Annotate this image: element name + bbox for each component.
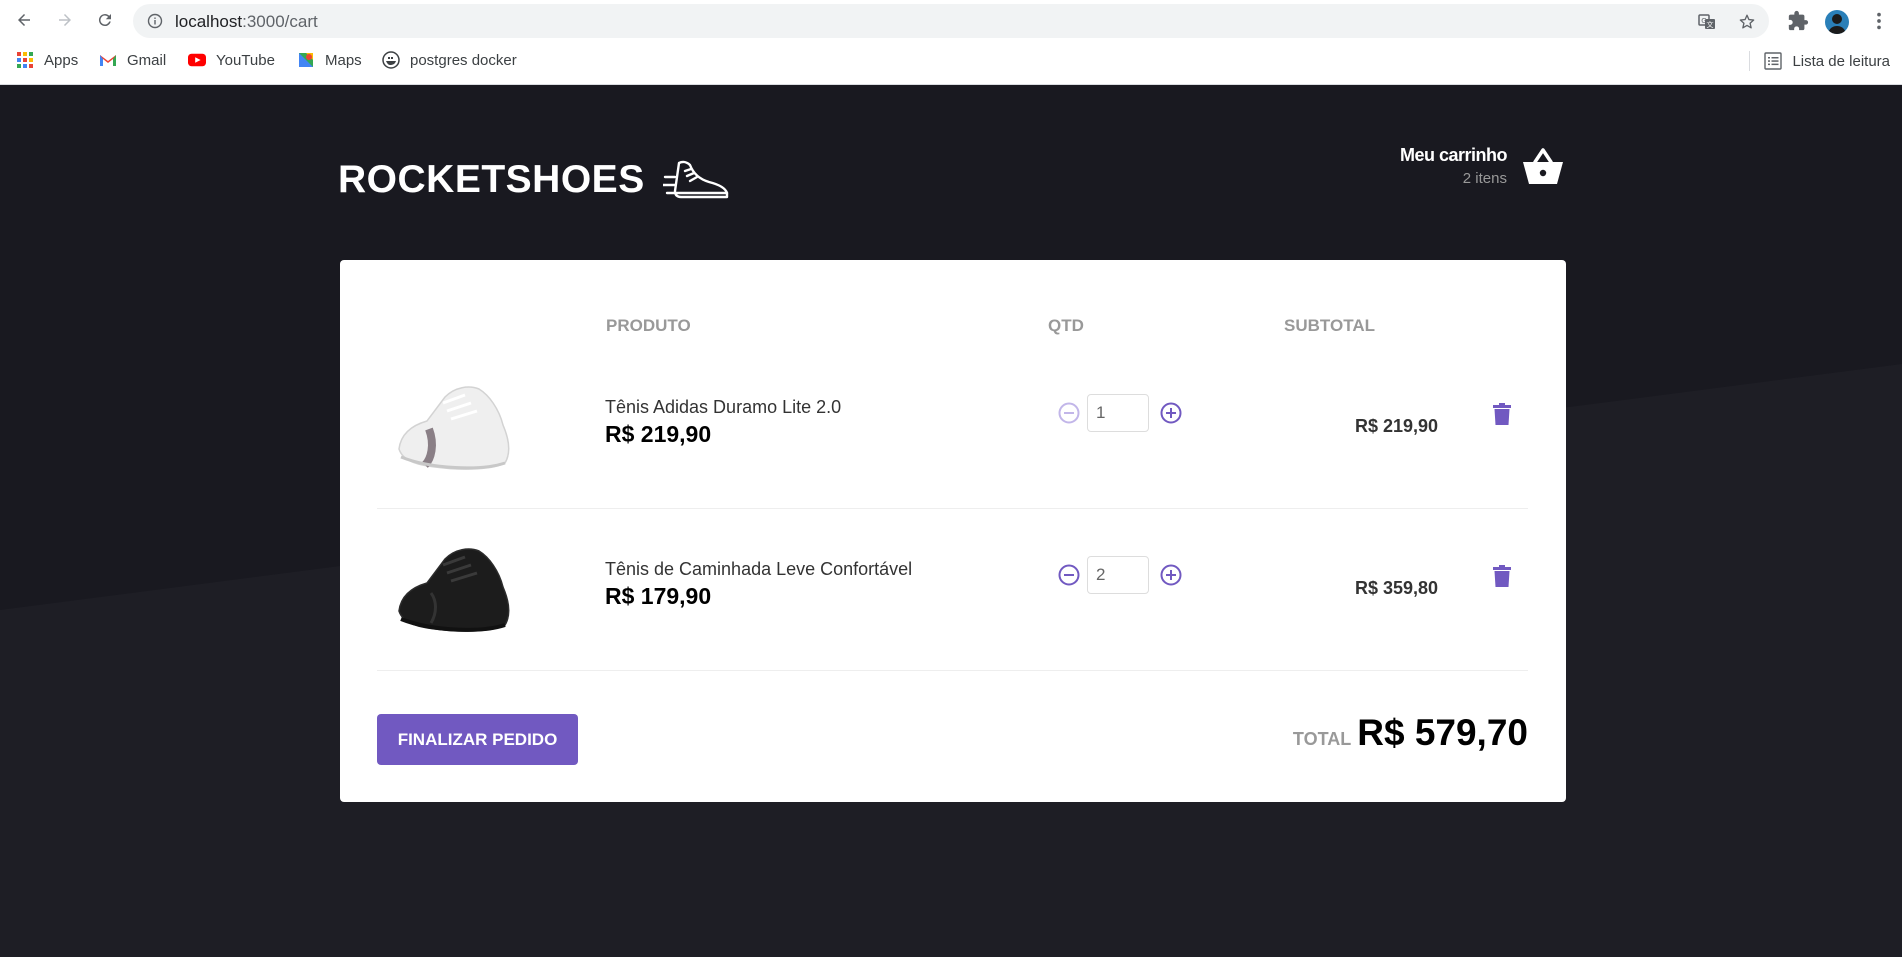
youtube-icon	[188, 53, 206, 67]
back-icon[interactable]	[14, 10, 34, 30]
decrement-button[interactable]	[1057, 563, 1081, 587]
header: ROCKETSHOES Meu carrinho 2 itens	[338, 145, 1565, 215]
product-price: R$ 179,90	[605, 583, 712, 609]
cart-text: Meu carrinho 2 itens	[1399, 145, 1508, 187]
bookmark-apps[interactable]: Apps	[16, 51, 78, 69]
product-title: Tênis de Caminhada Leve Confortável	[605, 559, 913, 579]
quantity-input[interactable]	[1087, 556, 1149, 594]
gmail-icon	[100, 55, 116, 66]
profile-avatar[interactable]	[1825, 10, 1849, 34]
extensions-icon[interactable]	[1787, 10, 1809, 32]
reading-list-icon	[1764, 52, 1783, 70]
translate-icon[interactable]: 文 G	[1698, 13, 1716, 31]
bookmark-label: YouTube	[216, 51, 275, 69]
table-row: Tênis de Caminhada Leve Confortável R$ 1…	[377, 509, 1528, 671]
reload-icon[interactable]	[95, 10, 115, 30]
item-subtotal: R$ 219,90	[1355, 416, 1439, 436]
delete-button[interactable]	[1493, 403, 1511, 425]
total-value: R$ 579,70	[1357, 712, 1528, 753]
forward-icon[interactable]	[55, 10, 75, 30]
product-price: R$ 219,90	[605, 421, 712, 447]
url-text: localhost:3000/cart	[175, 12, 318, 31]
address-bar[interactable]: localhost:3000/cart 文 G	[133, 4, 1769, 38]
delete-button[interactable]	[1493, 565, 1511, 587]
cart-panel: PRODUTO QTD SUBTOTAL Tênis Adidas Duramo…	[340, 260, 1566, 802]
decrement-button[interactable]	[1057, 401, 1081, 425]
increment-button[interactable]	[1159, 401, 1183, 425]
docker-icon	[382, 51, 400, 69]
reading-list[interactable]: Lista de leitura	[1749, 51, 1890, 71]
bookmark-label: Gmail	[127, 51, 167, 69]
apps-grid-icon	[17, 52, 33, 68]
svg-text:G: G	[1701, 17, 1706, 25]
logo[interactable]: ROCKETSHOES	[338, 155, 731, 205]
bookmarks-bar: Apps Gmail YouTube Maps postgres docker	[0, 40, 1902, 85]
info-icon[interactable]	[147, 13, 163, 29]
shoe-logo-icon	[662, 160, 728, 199]
checkout-button[interactable]: FINALIZAR PEDIDO	[377, 714, 578, 765]
item-subtotal: R$ 359,80	[1355, 578, 1439, 598]
trash-icon	[1493, 403, 1511, 425]
cart-count: 2 itens	[1462, 170, 1507, 187]
cart-total: TOTAL R$ 579,70	[1293, 712, 1528, 754]
product-title: Tênis Adidas Duramo Lite 2.0	[605, 397, 842, 417]
browser-toolbar: localhost:3000/cart 文 G	[0, 0, 1902, 40]
table-row: Tênis Adidas Duramo Lite 2.0 R$ 219,90 R…	[377, 347, 1528, 509]
increment-button[interactable]	[1159, 563, 1183, 587]
product-image	[398, 548, 510, 632]
bookmark-label: Apps	[44, 51, 79, 69]
svg-text:文: 文	[1707, 20, 1714, 29]
star-icon[interactable]	[1738, 13, 1756, 31]
cart-link[interactable]: Meu carrinho 2 itens	[1400, 145, 1565, 187]
menu-kebab-icon[interactable]	[1868, 10, 1890, 32]
column-header-qty: QTD	[1048, 316, 1084, 335]
divider	[1749, 51, 1751, 71]
product-image	[398, 386, 510, 470]
column-header-subtotal: SUBTOTAL	[1284, 316, 1375, 335]
plus-circle-icon	[1160, 564, 1182, 586]
bookmark-postgres-docker[interactable]: postgres docker	[382, 51, 517, 69]
app-root: ROCKETSHOES Meu carrinho 2 itens PRODUTO…	[0, 85, 1902, 957]
total-label: TOTAL	[1292, 729, 1352, 749]
logo-text: ROCKETSHOES	[338, 158, 645, 201]
bookmark-label: postgres docker	[410, 51, 517, 69]
bookmark-youtube[interactable]: YouTube	[188, 51, 275, 69]
basket-icon	[1523, 148, 1563, 184]
reading-list-label: Lista de leitura	[1792, 52, 1890, 70]
minus-circle-icon	[1058, 564, 1080, 586]
maps-icon	[299, 53, 313, 67]
bookmark-label: Maps	[325, 51, 362, 69]
plus-circle-icon	[1160, 402, 1182, 424]
bookmark-gmail[interactable]: Gmail	[99, 51, 166, 69]
cart-title: Meu carrinho	[1399, 145, 1508, 165]
trash-icon	[1493, 565, 1511, 587]
column-header-product: PRODUTO	[606, 316, 691, 335]
bookmark-maps[interactable]: Maps	[297, 51, 362, 69]
quantity-input[interactable]	[1087, 394, 1149, 432]
minus-circle-icon	[1058, 402, 1080, 424]
